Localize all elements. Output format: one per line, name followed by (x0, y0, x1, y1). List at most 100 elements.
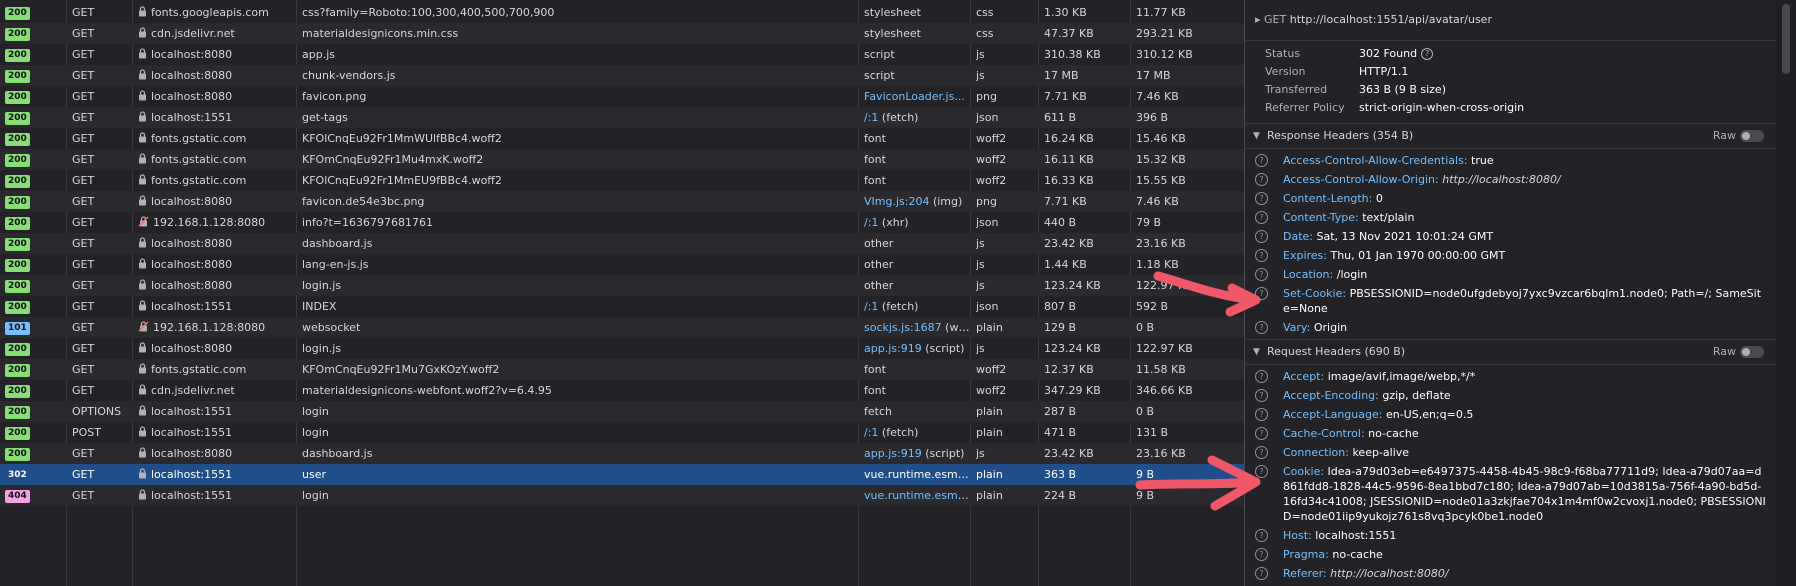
header-row[interactable]: ? Content-Type: text/plain (1245, 208, 1776, 227)
header-row[interactable]: ? Accept-Language: en-US,en;q=0.5 (1245, 405, 1776, 424)
header-row[interactable]: ? Expires: Thu, 01 Jan 1970 00:00:00 GMT (1245, 246, 1776, 265)
request-row[interactable]: 200 GET localhost:8080 dashboard.js other js 2… (0, 233, 1244, 254)
summary-row: Version HTTP/1.1 (1245, 63, 1776, 81)
raw-toggle[interactable]: Raw (1713, 124, 1764, 148)
initiator-text[interactable]: /:1 (864, 111, 878, 124)
help-icon[interactable]: ? (1255, 268, 1268, 281)
request-row[interactable]: 200 GET fonts.gstatic.com KFOmCnqEu92Fr1Mu4… (0, 149, 1244, 170)
initiator-cause: (script) (921, 447, 965, 460)
request-row[interactable]: 101 GET 192.168.1.128:8080 websocket sockjs.… (0, 317, 1244, 338)
initiator-text: font (864, 132, 886, 145)
request-row[interactable]: 200 GET fonts.googleapis.com css?family=Rob… (0, 2, 1244, 23)
summary-key: Referrer Policy (1265, 101, 1345, 114)
initiator-text[interactable]: /:1 (864, 426, 878, 439)
request-row[interactable]: 200 GET cdn.jsdelivr.net materialdesignicon… (0, 380, 1244, 401)
request-row[interactable]: 200 GET 192.168.1.128:8080 info?t=163679768… (0, 212, 1244, 233)
initiator-text[interactable]: vue.runtime.esm.j... (864, 468, 972, 481)
request-headers-section[interactable]: ▼ Request Headers (690 B) Raw (1245, 339, 1776, 365)
request-row[interactable]: 200 OPTIONS localhost:1551 login fetch plain 2… (0, 401, 1244, 422)
initiator-text[interactable]: vue.runtime.esm.j... (864, 489, 972, 502)
initiator-text: font (864, 153, 886, 166)
initiator-text: other (864, 279, 894, 292)
initiator-text[interactable]: /:1 (864, 216, 878, 229)
initiator-text[interactable]: FaviconLoader.js... (864, 90, 965, 103)
help-icon[interactable]: ? (1255, 529, 1268, 542)
header-row[interactable]: ? Cookie: Idea-a79d03eb=e6497375-4458-4b4… (1245, 462, 1776, 526)
scrollbar-thumb[interactable] (1782, 4, 1790, 74)
lock-icon (138, 486, 147, 507)
help-icon[interactable]: ? (1255, 249, 1268, 262)
header-row[interactable]: ? Set-Cookie: PBSESSIONID=node0ufgdebyoj7… (1245, 284, 1776, 318)
request-row[interactable]: 200 GET fonts.gstatic.com KFOlCnqEu92Fr1MmW… (0, 128, 1244, 149)
domain-text: localhost:1551 (151, 300, 233, 313)
request-row[interactable]: 200 GET localhost:8080 lang-en-js.js other js… (0, 254, 1244, 275)
request-row[interactable]: 302 GET localhost:1551 user vue.runtime.esm.… (0, 464, 1244, 485)
header-row[interactable]: ? Access-Control-Allow-Credentials: true (1245, 151, 1776, 170)
header-name: Content-Length: (1283, 192, 1373, 205)
status-badge: 200 (5, 300, 30, 314)
help-icon[interactable]: ? (1255, 567, 1268, 580)
help-icon[interactable]: ? (1255, 192, 1268, 205)
help-icon[interactable]: ? (1255, 548, 1268, 561)
initiator-text[interactable]: /:1 (864, 300, 878, 313)
details-request-line[interactable]: ▸ GET http://localhost:1551/api/avatar/u… (1245, 0, 1776, 41)
lock-icon (138, 24, 147, 45)
help-icon[interactable]: ? (1255, 465, 1268, 478)
initiator-text[interactable]: VImg.js:204 (864, 195, 929, 208)
expand-triangle-icon[interactable]: ▸ (1255, 13, 1261, 26)
help-icon[interactable]: ? (1255, 321, 1268, 334)
help-icon[interactable]: ? (1255, 230, 1268, 243)
request-row[interactable]: 200 GET fonts.gstatic.com KFOlCnqEu92Fr1MmE… (0, 170, 1244, 191)
header-row[interactable]: ? Date: Sat, 13 Nov 2021 10:01:24 GMT (1245, 227, 1776, 246)
initiator-cell[interactable]: vue.runtime.esm.j... (864, 485, 972, 509)
details-scrollbar[interactable] (1776, 0, 1796, 586)
help-icon[interactable]: ? (1255, 446, 1268, 459)
header-row[interactable]: ? Accept: image/avif,image/webp,*/* (1245, 367, 1776, 386)
help-icon[interactable]: ? (1255, 173, 1268, 186)
header-row[interactable]: ? Referer: http://localhost:8080/ (1245, 564, 1776, 583)
request-row[interactable]: 200 GET fonts.gstatic.com KFOmCnqEu92Fr1Mu7… (0, 359, 1244, 380)
header-row[interactable]: ? Cache-Control: no-cache (1245, 424, 1776, 443)
header-row[interactable]: ? Access-Control-Allow-Origin: http://loc… (1245, 170, 1776, 189)
header-row[interactable]: ? Host: localhost:1551 (1245, 526, 1776, 545)
response-headers-section[interactable]: ▼ Response Headers (354 B) Raw (1245, 123, 1776, 149)
initiator-text[interactable]: app.js:919 (864, 342, 922, 355)
request-row[interactable]: 200 GET localhost:8080 favicon.de54e3bc.png… (0, 191, 1244, 212)
request-row[interactable]: 200 GET localhost:8080 login.js other js 123.2… (0, 275, 1244, 296)
request-row[interactable]: 200 GET localhost:8080 dashboard.js app.js:9… (0, 443, 1244, 464)
initiator-text[interactable]: sockjs.js:1687 (864, 321, 942, 334)
request-row[interactable]: 200 GET localhost:8080 chunk-vendors.js scri… (0, 65, 1244, 86)
header-row[interactable]: ? Vary: Origin (1245, 318, 1776, 337)
request-row[interactable]: 200 GET localhost:8080 favicon.png FaviconLo… (0, 86, 1244, 107)
request-row[interactable]: 200 GET cdn.jsdelivr.net materialdesignicon… (0, 23, 1244, 44)
toggle-switch-icon[interactable] (1740, 130, 1764, 142)
help-icon[interactable]: ? (1421, 48, 1434, 60)
help-icon[interactable]: ? (1255, 211, 1268, 224)
domain-text: fonts.gstatic.com (151, 363, 247, 376)
request-row[interactable]: 200 POST localhost:1551 login/:1 (fetch) pla… (0, 422, 1244, 443)
request-row[interactable]: 404 GET localhost:1551 login vue.runtime.esm… (0, 485, 1244, 506)
summary-value: HTTP/1.1 (1359, 63, 1408, 81)
help-icon[interactable]: ? (1255, 370, 1268, 383)
help-icon[interactable]: ? (1255, 408, 1268, 421)
collapse-triangle-icon[interactable]: ▼ (1253, 124, 1260, 148)
header-row[interactable]: ? Accept-Encoding: gzip, deflate (1245, 386, 1776, 405)
help-icon[interactable]: ? (1255, 427, 1268, 440)
request-row[interactable]: 200 GET localhost:8080 login.js app.js:919 (… (0, 338, 1244, 359)
help-icon[interactable]: ? (1255, 389, 1268, 402)
help-icon[interactable]: ? (1255, 287, 1268, 300)
collapse-triangle-icon[interactable]: ▼ (1253, 340, 1260, 364)
header-row[interactable]: ? Connection: keep-alive (1245, 443, 1776, 462)
request-row[interactable]: 200 GET localhost:1551 get-tags/:1 (fetch) j… (0, 107, 1244, 128)
raw-label: Raw (1712, 345, 1736, 358)
request-row[interactable]: 200 GET localhost:8080 app.js script js 310.38… (0, 44, 1244, 65)
header-row[interactable]: ? Pragma: no-cache (1245, 545, 1776, 564)
request-row[interactable]: 200 GET localhost:1551 INDEX/:1 (fetch) json… (0, 296, 1244, 317)
header-row[interactable]: ? Content-Length: 0 (1245, 189, 1776, 208)
summary-row: Transferred 363 B (9 B size) (1245, 81, 1776, 99)
header-row[interactable]: ? Location: /login (1245, 265, 1776, 284)
help-icon[interactable]: ? (1255, 154, 1268, 167)
raw-toggle[interactable]: Raw (1713, 340, 1764, 364)
initiator-text[interactable]: app.js:919 (864, 447, 922, 460)
toggle-switch-icon[interactable] (1740, 346, 1764, 358)
